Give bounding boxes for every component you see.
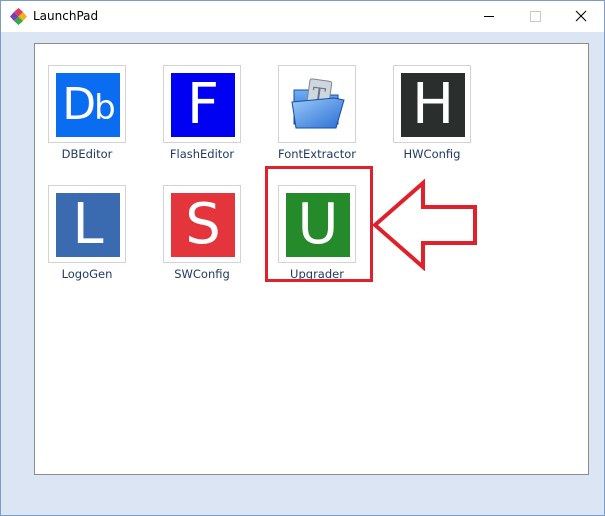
minimize-button[interactable] [466,1,512,32]
launchpad-app-icon [10,8,27,25]
app-glyph: L [72,192,104,257]
app-tile-swconfig[interactable]: S SWConfig [150,174,250,284]
launchpad-window: LaunchPad Db DBEditor F FlashEditor T Fo… [0,0,605,516]
app-tile-hwconfig[interactable]: H HWConfig [380,54,480,164]
app-label: LogoGen [61,267,113,281]
app-glyph: S [185,192,221,257]
app-label: FontExtractor [278,147,356,161]
maximize-button[interactable] [512,1,558,32]
db-editor-icon: Db [56,73,120,137]
tile-frame: L [48,185,126,263]
highlight-box [265,166,373,282]
app-tile-fontextractor[interactable]: T FontExtractor [265,54,365,164]
window-title: LaunchPad [33,9,99,23]
app-label: DBEditor [61,147,113,161]
app-tile-flasheditor[interactable]: F FlashEditor [150,54,250,164]
app-label: HWConfig [403,147,461,161]
app-glyph: H [411,72,455,137]
flash-editor-icon: F [171,73,235,137]
tile-frame: F [163,65,241,143]
tile-frame: Db [48,65,126,143]
hw-config-icon: H [401,73,465,137]
sw-config-icon: S [171,193,235,257]
app-tile-dbeditor[interactable]: Db DBEditor [35,54,135,164]
tile-frame: S [163,185,241,263]
maximize-icon [530,11,541,22]
left-arrow-annotation-icon [371,179,477,271]
logo-gen-icon: L [56,193,120,257]
close-icon [575,10,587,22]
app-label: FlashEditor [169,147,235,161]
close-button[interactable] [558,1,604,32]
app-tile-logogen[interactable]: L LogoGen [35,174,135,284]
title-bar[interactable]: LaunchPad [1,1,604,32]
blue-folder-icon: T [291,78,345,129]
tile-frame: H [393,65,471,143]
tile-frame: T [278,65,356,143]
app-label: SWConfig [174,267,230,281]
app-glyph: F [186,72,220,137]
minimize-icon [484,16,494,17]
